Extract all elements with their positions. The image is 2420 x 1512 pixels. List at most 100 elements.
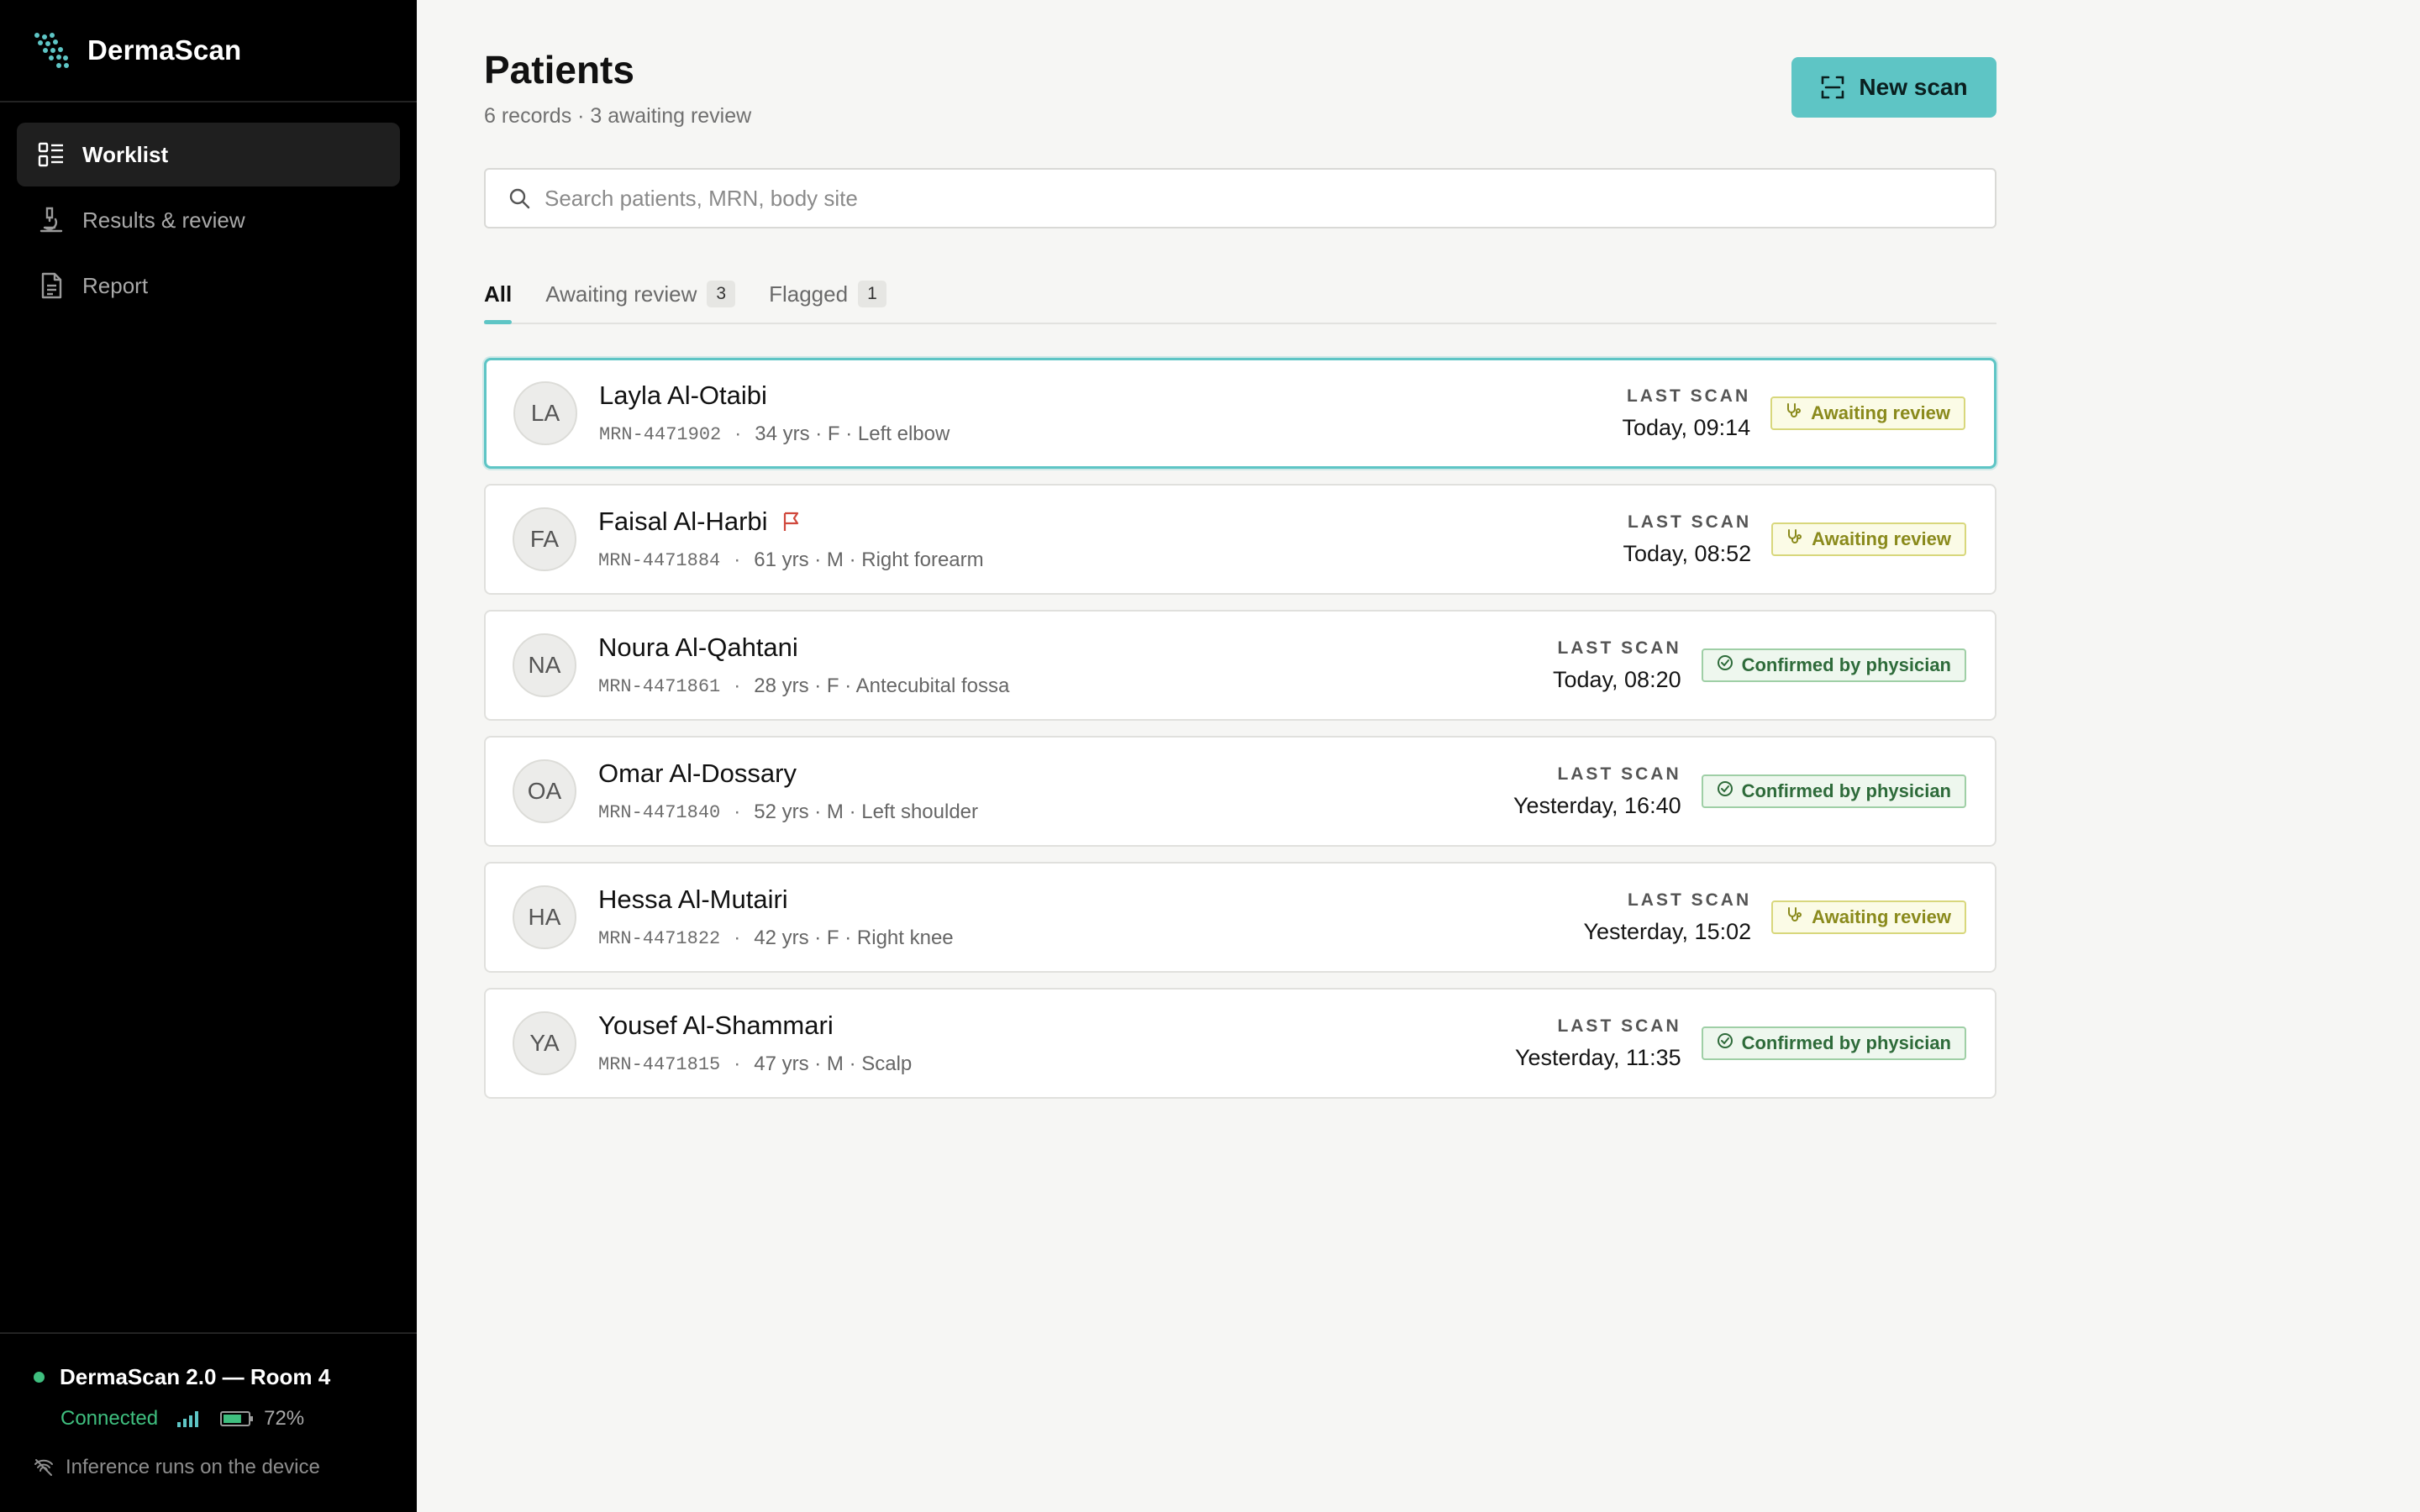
patient-meta: MRN-4471861 · 28 yrs · F · Antecubital f…: [598, 675, 1553, 698]
status-label: Awaiting review: [1812, 528, 1951, 549]
list-icon: [37, 140, 66, 169]
patient-row[interactable]: LA Layla Al-Otaibi MRN-4471902 · 34 yrs …: [484, 358, 1996, 469]
brand: DermaScan: [0, 0, 417, 102]
last-scan-label: LAST SCAN: [1627, 890, 1752, 910]
last-scan-label: LAST SCAN: [1626, 386, 1751, 406]
stethoscope-icon: [1786, 906, 1812, 928]
tab-flagged[interactable]: Flagged 1: [769, 265, 886, 323]
sidebar-item-report[interactable]: Report: [17, 254, 400, 318]
meta-separator: ·: [734, 675, 741, 697]
patient-name-row: Faisal Al-Harbi: [598, 507, 1623, 537]
patient-name: Layla Al-Otaibi: [599, 381, 767, 410]
page-title: Patients: [484, 48, 634, 92]
meta-separator: ·: [734, 927, 741, 949]
avatar: HA: [513, 885, 576, 949]
patient-name: Noura Al-Qahtani: [598, 633, 798, 662]
check-circle-icon: [1717, 1032, 1742, 1054]
tab-label: Flagged: [769, 281, 849, 307]
avatar: LA: [513, 381, 577, 445]
patient-mrn: MRN-4471902: [599, 423, 722, 445]
patient-details: 52 yrs · M · Left shoulder: [754, 801, 978, 823]
patient-row[interactable]: HA Hessa Al-Mutairi MRN-4471822 · 42 yrs…: [484, 862, 1996, 973]
patient-meta: MRN-4471902 · 34 yrs · F · Left elbow: [599, 423, 1623, 446]
patient-details: 34 yrs · F · Left elbow: [755, 423, 950, 445]
patient-name-row: Layla Al-Otaibi: [599, 381, 1623, 411]
patient-info: Hessa Al-Mutairi MRN-4471822 · 42 yrs · …: [598, 885, 1583, 950]
patient-details: 61 yrs · M · Right forearm: [754, 549, 984, 571]
main-content: Patients 6 records · 3 awaiting review N…: [484, 0, 1996, 1099]
signal-icon: [176, 1410, 202, 1428]
patient-info: Faisal Al-Harbi MRN-4471884 · 61 yrs · M…: [598, 507, 1623, 572]
patient-name-row: Omar Al-Dossary: [598, 759, 1513, 789]
tab-count-badge: 1: [858, 281, 886, 307]
sidebar-item-label: Worklist: [82, 141, 169, 167]
sidebar-item-results-review[interactable]: Results & review: [17, 188, 400, 252]
status-label: Confirmed by physician: [1741, 654, 1951, 675]
patient-details: 47 yrs · M · Scalp: [754, 1053, 913, 1075]
patient-info: Layla Al-Otaibi MRN-4471902 · 34 yrs · F…: [599, 381, 1623, 446]
tab-awaiting-review[interactable]: Awaiting review 3: [545, 265, 736, 323]
patient-name: Faisal Al-Harbi: [598, 507, 768, 536]
last-scan-label: LAST SCAN: [1557, 1016, 1681, 1036]
patient-mrn: MRN-4471884: [598, 549, 721, 571]
patient-list: LA Layla Al-Otaibi MRN-4471902 · 34 yrs …: [484, 358, 1996, 1114]
status-label: Awaiting review: [1812, 906, 1951, 927]
device-name: DermaScan 2.0 — Room 4: [60, 1364, 331, 1389]
last-scan: LAST SCAN Today, 08:52: [1623, 512, 1752, 567]
search-bar[interactable]: [484, 168, 1996, 228]
status-label: Awaiting review: [1811, 402, 1950, 423]
patient-row[interactable]: NA Noura Al-Qahtani MRN-4471861 · 28 yrs…: [484, 610, 1996, 721]
device-name-row: DermaScan 2.0 — Room 4: [34, 1364, 383, 1390]
patient-row[interactable]: YA Yousef Al-Shammari MRN-4471815 · 47 y…: [484, 988, 1996, 1099]
last-scan-time: Yesterday, 16:40: [1512, 792, 1681, 818]
stethoscope-icon: [1786, 402, 1811, 424]
patient-mrn: MRN-4471861: [598, 675, 721, 697]
last-scan-label: LAST SCAN: [1557, 764, 1681, 784]
patient-info: Noura Al-Qahtani MRN-4471861 · 28 yrs · …: [598, 633, 1553, 698]
new-scan-label: New scan: [1859, 74, 1968, 100]
last-scan-time: Today, 09:14: [1622, 414, 1751, 440]
avatar: OA: [513, 759, 576, 823]
patient-meta: MRN-4471822 · 42 yrs · F · Right knee: [598, 927, 1583, 950]
status-label: Confirmed by physician: [1741, 780, 1951, 801]
patient-details: 42 yrs · F · Right knee: [754, 927, 954, 949]
search-input[interactable]: [544, 185, 1889, 212]
meta-separator: ·: [734, 549, 741, 571]
patient-mrn: MRN-4471822: [598, 927, 721, 949]
meta-separator: ·: [734, 423, 742, 445]
page-header: Patients 6 records · 3 awaiting review N…: [484, 0, 1996, 168]
patient-row[interactable]: FA Faisal Al-Harbi MRN-4471884 · 61 yrs …: [484, 484, 1996, 595]
sidebar-item-worklist[interactable]: Worklist: [17, 123, 400, 186]
new-scan-button[interactable]: New scan: [1791, 57, 1996, 118]
wifi-off-icon: [34, 1459, 53, 1476]
search-icon: [509, 188, 530, 209]
document-icon: [37, 271, 66, 300]
sidebar: DermaScan Worklist Results & review Repo…: [0, 0, 417, 1512]
status-badge: Confirmed by physician: [1701, 774, 1966, 808]
last-scan-time: Yesterday, 11:35: [1514, 1044, 1681, 1070]
patient-info: Omar Al-Dossary MRN-4471840 · 52 yrs · M…: [598, 759, 1513, 824]
device-panel: DermaScan 2.0 — Room 4 Connected 72% Inf…: [0, 1332, 417, 1512]
last-scan: LAST SCAN Today, 09:14: [1623, 386, 1751, 441]
status-badge: Awaiting review: [1770, 396, 1965, 430]
status-badge: Awaiting review: [1771, 522, 1966, 556]
scan-icon: [1822, 76, 1844, 99]
last-scan: LAST SCAN Yesterday, 11:35: [1515, 1016, 1681, 1071]
app-name: DermaScan: [87, 34, 242, 66]
last-scan: LAST SCAN Yesterday, 15:02: [1583, 890, 1751, 945]
patient-name-row: Yousef Al-Shammari: [598, 1011, 1515, 1041]
device-note: Inference runs on the device: [34, 1456, 383, 1479]
last-scan-label: LAST SCAN: [1627, 512, 1752, 532]
inference-note: Inference runs on the device: [66, 1456, 320, 1478]
patient-row[interactable]: OA Omar Al-Dossary MRN-4471840 · 52 yrs …: [484, 736, 1996, 847]
status-badge: Confirmed by physician: [1701, 648, 1966, 682]
status-badge: Awaiting review: [1771, 900, 1966, 934]
tab-label: All: [484, 281, 513, 307]
patient-name: Yousef Al-Shammari: [598, 1011, 834, 1040]
tab-all[interactable]: All: [484, 265, 513, 324]
last-scan: LAST SCAN Today, 08:20: [1553, 638, 1681, 693]
last-scan-label: LAST SCAN: [1557, 638, 1681, 658]
stethoscope-icon: [1786, 528, 1812, 550]
tab-bar: All Awaiting review 3 Flagged 1: [484, 265, 1996, 324]
patient-name: Omar Al-Dossary: [598, 759, 797, 788]
